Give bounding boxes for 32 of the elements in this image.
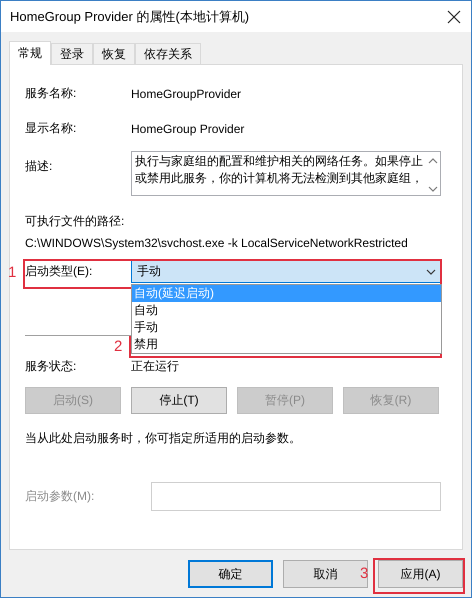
dialog-button[interactable]: 确定: [188, 560, 273, 588]
annotation-number: 1: [8, 264, 16, 281]
startup-type-dropdown[interactable]: 手动: [131, 260, 442, 283]
tab[interactable]: 登录: [51, 43, 93, 64]
annotation-number: 3: [360, 565, 368, 582]
chevron-icon: [426, 268, 436, 274]
dropdown-option[interactable]: 手动: [132, 319, 441, 336]
field-label: 服务名称:: [25, 85, 78, 102]
hint-text: 当从此处启动服务时，你可指定所适用的启动参数。: [25, 430, 302, 447]
path-value: C:\WINDOWS\System32\svchost.exe -k LocalServiceNetworkRestricted: [25, 236, 409, 250]
tab[interactable]: 依存关系: [135, 43, 201, 64]
description-text: 执行与家庭组的配置和维护相关的网络任务。如果停止或禁用此服务，你的计算机将无法检测到其他家庭组，: [135, 153, 424, 187]
dropdown-option[interactable]: 自动: [132, 302, 441, 319]
field-label: 描述:: [25, 158, 54, 175]
field-label: 服务状态:: [25, 358, 78, 375]
path-label: 可执行文件的路径:: [25, 213, 126, 230]
tab[interactable]: 常规: [9, 41, 51, 65]
field-label: 显示名称:: [25, 120, 78, 137]
field-value: HomeGroupProvider: [131, 86, 242, 100]
status-value: 正在运行: [131, 358, 179, 375]
description-box[interactable]: 执行与家庭组的配置和维护相关的网络任务。如果停止或禁用此服务，你的计算机将无法检测到其他家庭组，: [131, 151, 441, 196]
tab[interactable]: 恢复: [93, 43, 135, 64]
field-label: 启动类型(E):: [25, 263, 94, 280]
service-button[interactable]: 停止(T): [131, 387, 227, 414]
dialog-button[interactable]: 应用(A): [378, 560, 463, 588]
scrollbar-arrows-icon[interactable]: [428, 157, 438, 193]
field-value: HomeGroup Provider: [131, 122, 244, 136]
dropdown-option[interactable]: 禁用: [132, 336, 441, 353]
field-label: 启动参数(M):: [25, 488, 96, 505]
close-icon[interactable]: [447, 10, 461, 24]
annotation-number: 2: [114, 338, 122, 355]
window-title: HomeGroup Provider 的属性(本地计算机): [10, 8, 250, 26]
